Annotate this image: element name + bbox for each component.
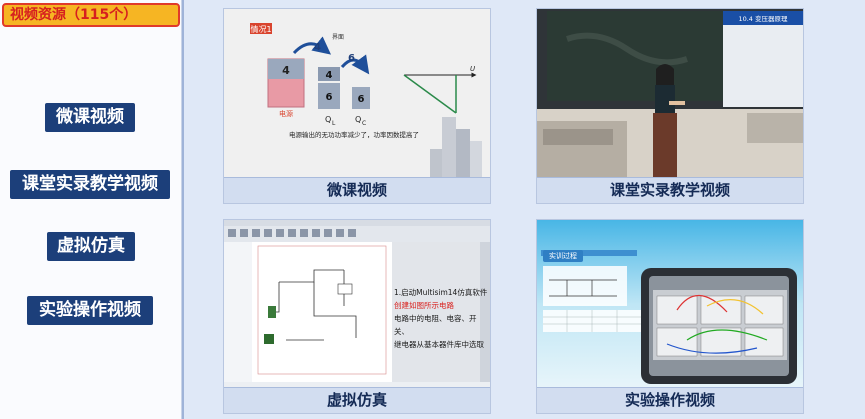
card-caption-micro-lecture[interactable]: 微课视频 [224, 177, 490, 203]
micro-lecture-illustration: 情况1 界面 4 电源 4 4 6 Q L 6 6 Q C 电源输出的无功功率减… [224, 9, 490, 179]
inductor-value: 6 [326, 92, 333, 103]
card-caption-lab-operation[interactable]: 实验操作视频 [537, 387, 803, 413]
sidebar-item-micro-lecture[interactable]: 微课视频 [45, 103, 135, 132]
transfer-value: 4 [314, 42, 321, 53]
sidebar-item-classroom-recording[interactable]: 课堂实录教学视频 [10, 170, 170, 199]
scene-tag: 情况1 [250, 24, 271, 34]
category-sidebar: 视频资源（115个） 微课视频 课堂实录教学视频 虚拟仿真 实验操作视频 [0, 0, 182, 419]
classroom-illustration: 10.4 变压器原理 [537, 9, 803, 179]
video-grid: 情况1 界面 4 电源 4 4 6 Q L 6 6 Q C 电源输出的无功功率减… [182, 0, 865, 419]
qc-subscript: C [362, 120, 366, 127]
sim-step-components: 电路中的电阻、电容、开关、 [394, 314, 477, 336]
source-value: 4 [282, 64, 290, 77]
simulation-thumbnail[interactable]: 1.启动Multisim14仿真软件 创建如图所示电路 电路中的电阻、电容、开关… [224, 220, 490, 389]
source-label: 电源 [279, 109, 293, 118]
qc-label: Q [355, 115, 361, 124]
lab-illustration [537, 220, 803, 389]
sidebar-item-virtual-simulation[interactable]: 虚拟仿真 [47, 232, 135, 261]
simulation-steps: 1.启动Multisim14仿真软件 创建如图所示电路 电路中的电阻、电容、开关… [394, 286, 490, 351]
compensation-value: 6 [348, 53, 355, 64]
interface-label: 界面 [332, 34, 344, 41]
sidebar-item-lab-operation[interactable]: 实验操作视频 [27, 296, 153, 325]
video-card-micro-lecture[interactable]: 情况1 界面 4 电源 4 4 6 Q L 6 6 Q C 电源输出的无功功率减… [223, 8, 491, 204]
sim-step-library: 继电器从基本器件库中选取 [394, 340, 484, 349]
micro-lecture-thumbnail[interactable]: 情况1 界面 4 电源 4 4 6 Q L 6 6 Q C 电源输出的无功功率减… [224, 9, 490, 179]
lab-thumbnail[interactable]: 实训过程 [537, 220, 803, 389]
capacitor-value: 6 [358, 94, 365, 105]
video-card-virtual-simulation[interactable]: 1.启动Multisim14仿真软件 创建如图所示电路 电路中的电阻、电容、开关… [223, 219, 491, 414]
classroom-thumbnail[interactable]: 10.4 变压器原理 [537, 9, 803, 179]
card-caption-classroom-recording[interactable]: 课堂实录教学视频 [537, 177, 803, 203]
inductor-value-top: 4 [326, 70, 333, 81]
ql-label: Q [325, 115, 331, 124]
video-card-classroom-recording[interactable]: 10.4 变压器原理 课堂实录教学视频 [536, 8, 804, 204]
sim-step-create: 创建如图所示电路 [394, 301, 454, 310]
slide-caption: 电源输出的无功功率减少了，功率因数提高了 [289, 130, 419, 139]
sim-step-launch: 1.启动Multisim14仿真软件 [394, 288, 488, 297]
voltage-axis-label: U [470, 65, 475, 73]
video-card-lab-operation[interactable]: 实训过程 实验操作视频 [536, 219, 804, 414]
lab-process-tag: 实训过程 [543, 250, 583, 262]
screen-title: 10.4 变压器原理 [738, 14, 788, 23]
resource-title-badge: 视频资源（115个） [2, 3, 180, 27]
card-caption-virtual-simulation[interactable]: 虚拟仿真 [224, 387, 490, 413]
